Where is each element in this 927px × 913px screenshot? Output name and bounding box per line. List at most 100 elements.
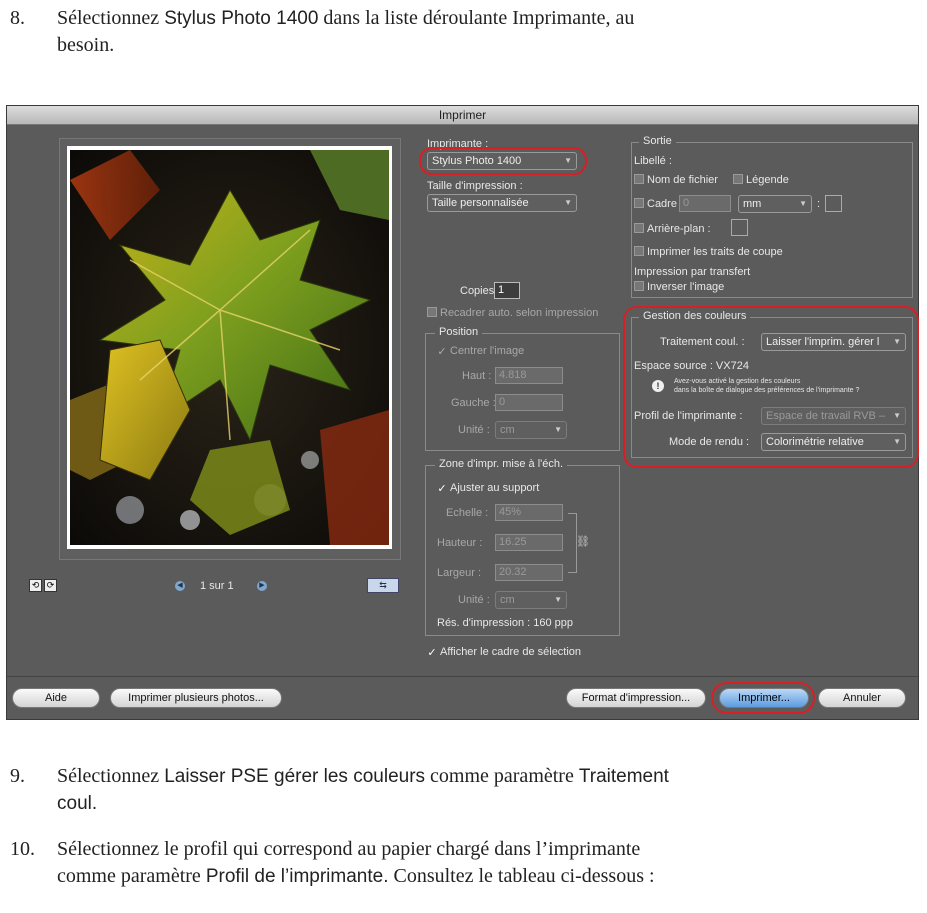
- highlight-ring: [419, 147, 587, 175]
- rotate-right-icon[interactable]: ⟳: [44, 579, 57, 592]
- arriere-plan-swatch[interactable]: [731, 219, 748, 236]
- nom-fichier-label: Nom de fichier: [647, 174, 718, 186]
- ui-term: Stylus Photo 1400: [164, 8, 319, 29]
- page-indicator: 1 sur 1: [200, 580, 234, 592]
- gauche-input[interactable]: 0: [495, 394, 563, 411]
- afficher-checkbox[interactable]: ✓ Afficher le cadre de sélection: [427, 646, 581, 659]
- ui-term: Laisser PSE gérer les couleurs: [164, 766, 426, 787]
- chevron-down-icon: ▼: [893, 334, 901, 350]
- next-page-icon[interactable]: ▶: [257, 581, 267, 591]
- step-text: comme paramètre: [57, 865, 206, 887]
- chevron-down-icon: ▼: [893, 411, 901, 420]
- sortie-title: Sortie: [639, 135, 676, 147]
- button-divider: [7, 676, 918, 677]
- nom-fichier-checkbox[interactable]: Nom de fichier: [634, 174, 718, 186]
- check-icon: ✓: [437, 346, 447, 358]
- cadre-unit-select[interactable]: mm ▼: [738, 195, 812, 213]
- largeur-input[interactable]: 20.32: [495, 564, 563, 581]
- arriere-plan-label: Arrière-plan :: [647, 223, 711, 235]
- largeur-label: Largeur :: [437, 567, 482, 579]
- arriere-plan-checkbox[interactable]: Arrière-plan :: [634, 223, 711, 235]
- note-line-2: dans la boîte de dialogue des préférence…: [674, 387, 860, 394]
- legende-checkbox[interactable]: Légende: [733, 174, 789, 186]
- step-text: dans la liste déroulante Imprimante, au: [318, 7, 635, 29]
- cadre-label: Cadre :: [647, 198, 684, 210]
- profil-label: Profil de l'imprimante :: [634, 410, 743, 422]
- imprimer-plusieurs-button[interactable]: Imprimer plusieurs photos...: [110, 688, 282, 708]
- checkbox-box: [634, 281, 644, 291]
- step-text: Sélectionnez le profil qui correspond au…: [57, 838, 641, 860]
- check-icon: ✓: [427, 647, 437, 659]
- size-select[interactable]: Taille personnalisée ▼: [427, 194, 577, 212]
- couleurs-title: Gestion des couleurs: [639, 310, 751, 322]
- espace-source: Espace source : VX724: [634, 360, 749, 372]
- step-text: Sélectionnez: [57, 7, 165, 29]
- center-image-label: Centrer l'image: [450, 345, 525, 357]
- resolution-text: Rés. d'impression : 160 ppp: [437, 617, 574, 629]
- step-text: besoin.: [57, 34, 115, 56]
- unite-value: cm: [500, 594, 515, 606]
- echelle-input[interactable]: 45%: [495, 504, 563, 521]
- cadre-value: 0: [683, 197, 690, 209]
- highlight-ring: [711, 682, 815, 714]
- checkbox-box: [427, 307, 437, 317]
- fit-label: Ajuster au support: [450, 482, 540, 494]
- unite-select-2[interactable]: cm ▼: [495, 591, 567, 609]
- haut-label: Haut :: [462, 370, 492, 382]
- ui-term: Profil de l’imprimante.: [205, 866, 389, 887]
- haut-input[interactable]: 4.818: [495, 367, 563, 384]
- orientation-icon[interactable]: ⇆: [367, 578, 399, 593]
- rotate-left-icon[interactable]: ⟲: [29, 579, 42, 592]
- traitement-select[interactable]: Laisser l'imprim. gérer l ▼: [761, 333, 906, 351]
- inverser-checkbox[interactable]: Inverser l'image: [634, 281, 724, 293]
- copies-value: 1: [498, 284, 505, 296]
- step-number: 9.: [10, 765, 25, 787]
- ui-term: coul.: [57, 793, 98, 814]
- traits-checkbox[interactable]: Imprimer les traits de coupe: [634, 246, 783, 258]
- hauteur-value: 16.25: [499, 536, 527, 548]
- prev-page-icon[interactable]: ◀: [175, 581, 185, 591]
- note-line-1: Avez-vous activé la gestion des couleurs: [674, 378, 801, 385]
- recadrer-checkbox[interactable]: Recadrer auto. selon impression: [427, 307, 598, 319]
- step-9: 9. Sélectionnez Laisser PSE gérer les co…: [10, 763, 925, 823]
- size-label: Taille d'impression :: [427, 180, 523, 192]
- zone-title: Zone d'impr. mise à l'éch.: [435, 458, 568, 470]
- gauche-label: Gauche :: [451, 397, 496, 409]
- chevron-down-icon: ▼: [564, 198, 572, 207]
- unite-select[interactable]: cm ▼: [495, 421, 567, 439]
- echelle-value: 45%: [499, 506, 522, 518]
- check-icon: ✓: [437, 483, 447, 495]
- format-impression-button[interactable]: Format d'impression...: [566, 688, 706, 708]
- hauteur-input[interactable]: 16.25: [495, 534, 563, 551]
- rendu-select[interactable]: Colorimétrie relative ▼: [761, 433, 906, 451]
- checkbox-box: [634, 174, 644, 184]
- fit-checkbox[interactable]: ✓ Ajuster au support: [437, 482, 540, 495]
- dialog-title: Imprimer: [7, 106, 918, 125]
- rendu-label: Mode de rendu :: [669, 436, 750, 448]
- transfert-heading: Impression par transfert: [634, 266, 751, 278]
- step-text: Consultez le tableau ci-dessous :: [388, 865, 655, 887]
- print-dialog: Imprimer ⟲ ⟳ ◀ 1 sur 1 ▶ ⇆ Imprimante: …: [6, 105, 919, 720]
- cadre-checkbox[interactable]: Cadre :: [634, 198, 683, 210]
- step-8: 8. Sélectionnez Stylus Photo 1400 dans l…: [10, 5, 910, 65]
- aide-button[interactable]: Aide: [12, 688, 100, 708]
- step-10: 10. Sélectionnez le profil qui correspon…: [10, 836, 925, 896]
- chevron-down-icon: ▼: [554, 425, 562, 434]
- cadre-input[interactable]: 0: [679, 195, 731, 212]
- profil-select[interactable]: Espace de travail RVB – ▼: [761, 407, 906, 425]
- annuler-button[interactable]: Annuler: [818, 688, 906, 708]
- unite-label-2: Unité :: [458, 594, 490, 606]
- alert-icon: !: [652, 380, 664, 392]
- cadre-unit-value: mm: [743, 198, 762, 210]
- echelle-label: Echelle :: [446, 507, 489, 519]
- center-image-checkbox[interactable]: ✓ Centrer l'image: [437, 345, 525, 358]
- checkbox-box: [634, 246, 644, 256]
- copies-input[interactable]: 1: [494, 282, 520, 299]
- hauteur-label: Hauteur :: [437, 537, 483, 549]
- chain-link-icon[interactable]: ⛓: [576, 535, 590, 548]
- cadre-color-swatch[interactable]: [825, 195, 842, 212]
- chevron-down-icon: ▼: [799, 199, 807, 208]
- haut-value: 4.818: [499, 369, 527, 381]
- traitement-label: Traitement coul. :: [660, 336, 745, 348]
- unite-label: Unité :: [458, 424, 490, 436]
